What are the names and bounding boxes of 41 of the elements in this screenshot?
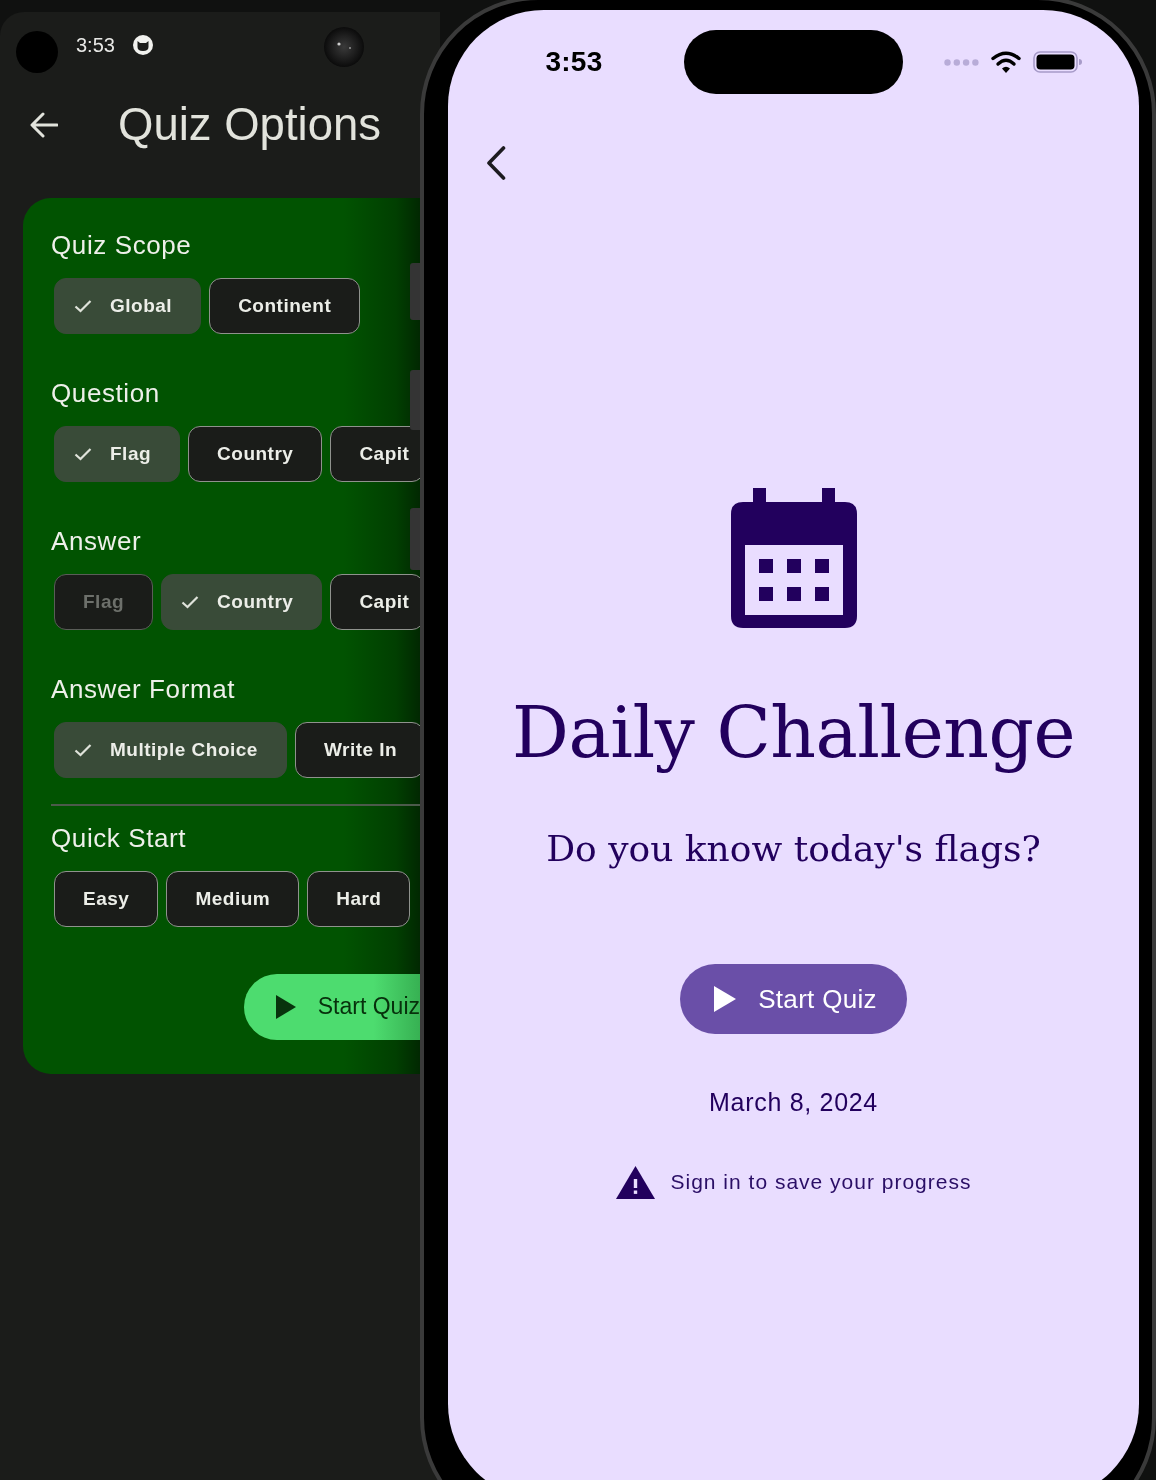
cat-face-icon — [132, 35, 153, 55]
phone-side-button[interactable] — [410, 263, 420, 320]
battery-icon — [1033, 51, 1082, 73]
challenge-subtitle: Do you know today's flags? — [546, 827, 1041, 871]
wifi-icon — [991, 51, 1021, 73]
section-title: Quick Start — [51, 821, 187, 854]
option-chip[interactable]: Multiple Choice — [54, 722, 287, 778]
section-title: Answer Format — [51, 673, 236, 705]
screen-title: Quiz Options — [118, 98, 381, 152]
notice-text: Sign in to save your progress — [670, 1170, 972, 1194]
check-icon — [74, 447, 92, 461]
camera-lens-icon — [323, 27, 364, 67]
play-icon — [714, 986, 737, 1012]
phone-side-button[interactable] — [410, 370, 420, 430]
check-icon — [74, 299, 92, 313]
section-title: Question — [51, 377, 160, 409]
difficulty-button[interactable]: Hard — [307, 870, 411, 927]
warning-icon — [615, 1165, 655, 1199]
option-chip[interactable]: Country — [161, 574, 323, 630]
signal-dots-icon — [944, 58, 979, 66]
camera-hole-icon — [16, 31, 58, 73]
difficulty-button[interactable]: Easy — [54, 870, 159, 927]
check-icon — [181, 595, 200, 609]
status-time: 3:53 — [545, 46, 603, 78]
section-title: Answer — [51, 525, 142, 557]
phone-side-button[interactable] — [410, 508, 420, 570]
difficulty-button[interactable]: Medium — [166, 870, 300, 927]
calendar-icon — [730, 488, 857, 628]
play-icon — [275, 994, 296, 1019]
start-quiz-button[interactable]: Start Quiz — [680, 964, 907, 1034]
section-title: Quiz Scope — [51, 229, 192, 261]
status-time: 3:53 — [76, 33, 115, 58]
option-chip[interactable]: Continent — [209, 278, 361, 334]
back-arrow-icon — [30, 112, 58, 138]
chevron-left-icon — [486, 146, 506, 180]
option-chip[interactable]: Global — [54, 278, 202, 334]
date-text: March 8, 2024 — [709, 1087, 878, 1117]
option-chip[interactable]: Flag — [54, 426, 181, 482]
option-chip[interactable]: Country — [188, 426, 323, 482]
check-icon — [74, 743, 92, 757]
challenge-title: Daily Challenge — [512, 693, 1075, 773]
